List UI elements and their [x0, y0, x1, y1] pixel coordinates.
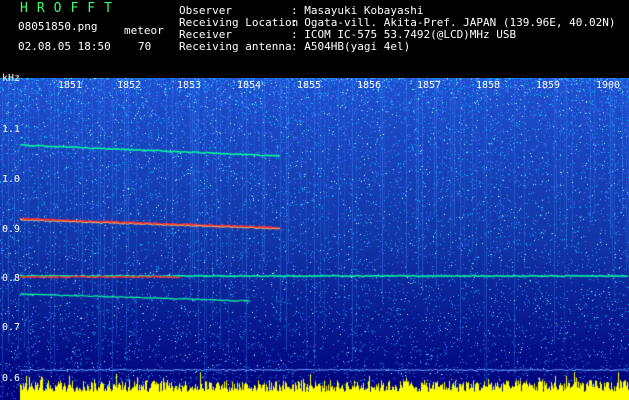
time-tick-label: 1851 — [58, 80, 83, 91]
y-tick-label: 0.8 — [2, 273, 21, 284]
spectrogram-canvas — [0, 78, 629, 400]
antenna-label: Receiving antenna — [179, 40, 292, 53]
filename-label: 08051850.png — [18, 20, 98, 33]
time-tick-label: 1859 — [536, 80, 561, 91]
y-tick-label: 1.1 — [2, 124, 21, 135]
time-tick-label: 1853 — [177, 80, 202, 91]
y-axis-unit: kHz — [2, 73, 21, 84]
time-tick-label: 1854 — [237, 80, 262, 91]
timestamp-label: 02.08.05 18:50 — [18, 40, 111, 53]
time-tick-label: 1855 — [297, 80, 322, 91]
header-panel: HROFFT 08051850.png meteor 02.08.05 18:5… — [0, 0, 629, 78]
app-logo: HROFFT — [20, 1, 121, 16]
time-tick-label: 1858 — [476, 80, 501, 91]
y-tick-label: 0.9 — [2, 224, 21, 235]
time-tick-label: 1900 — [596, 80, 621, 91]
y-tick-label: 0.7 — [2, 322, 21, 333]
y-tick-label: 0.6 — [2, 373, 21, 384]
time-tick-label: 1852 — [117, 80, 142, 91]
y-tick-label: 1.0 — [2, 174, 21, 185]
counter-value: 70 — [138, 40, 152, 53]
time-tick-label: 1856 — [357, 80, 382, 91]
antenna-value: : A504HB(yagi 4el) — [291, 40, 411, 53]
counter-label: meteor — [124, 24, 164, 37]
time-tick-label: 1857 — [417, 80, 442, 91]
